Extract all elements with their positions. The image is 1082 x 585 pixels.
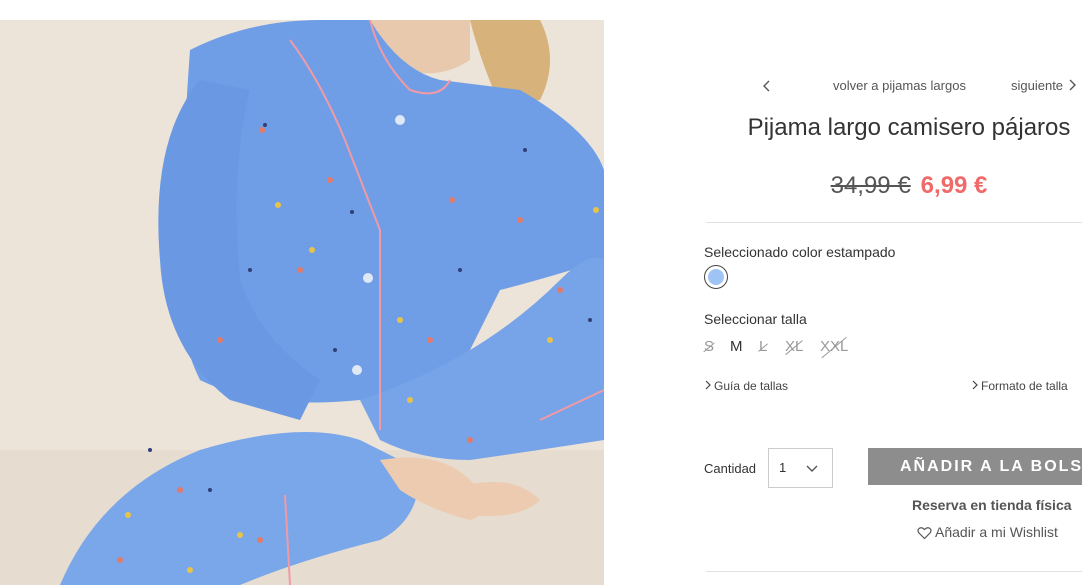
color-swatch[interactable]	[704, 265, 728, 289]
product-photo	[0, 20, 604, 585]
size-option[interactable]: XL	[785, 338, 803, 355]
chevron-right-icon	[1067, 78, 1077, 95]
wishlist-label: Añadir a mi Wishlist	[935, 524, 1058, 540]
product-image	[0, 20, 604, 585]
original-price: 34,99 €	[830, 172, 911, 199]
size-format-link[interactable]: Formato de talla	[971, 379, 1068, 394]
size-guide-link[interactable]: Guía de tallas	[704, 379, 788, 394]
add-to-bag-button[interactable]: AÑADIR A LA BOLSA	[868, 448, 1082, 485]
previous-product-button[interactable]	[760, 76, 774, 96]
sale-price: 6,99 €	[920, 172, 988, 199]
chevron-right-icon	[704, 379, 712, 394]
size-option[interactable]: L	[759, 338, 767, 355]
price-block: 34,99 € 6,99 €	[700, 172, 1082, 200]
color-label: Seleccionado color estampado	[704, 244, 896, 260]
chevron-left-icon	[763, 80, 770, 92]
divider	[706, 571, 1082, 572]
reserve-in-store-link[interactable]: Reserva en tienda física	[912, 497, 1072, 513]
quantity-label: Cantidad	[704, 461, 757, 476]
size-option[interactable]: S	[704, 338, 714, 355]
size-option[interactable]: M	[730, 338, 743, 355]
product-title: Pijama largo camisero pájaros	[747, 114, 1071, 141]
size-guide-label: Guía de tallas	[714, 379, 789, 393]
swatch-fill	[708, 269, 724, 285]
quantity-value: 1	[779, 460, 787, 475]
product-navigation: volver a pijamas largos siguiente	[700, 76, 1082, 96]
chevron-right-icon	[971, 379, 979, 394]
size-label: Seleccionar talla	[704, 311, 807, 327]
next-label: siguiente	[1011, 78, 1064, 93]
add-to-wishlist-link[interactable]: Añadir a mi Wishlist	[917, 524, 1058, 540]
quantity-select[interactable]: 1	[768, 448, 833, 488]
back-to-category-link[interactable]: volver a pijamas largos	[833, 78, 966, 93]
size-format-label: Formato de talla	[981, 379, 1068, 393]
divider	[706, 222, 1082, 223]
size-option[interactable]: XXL	[820, 338, 848, 355]
heart-icon	[917, 527, 932, 540]
next-product-link[interactable]: siguiente	[1011, 78, 1077, 95]
chevron-down-icon	[806, 461, 818, 479]
